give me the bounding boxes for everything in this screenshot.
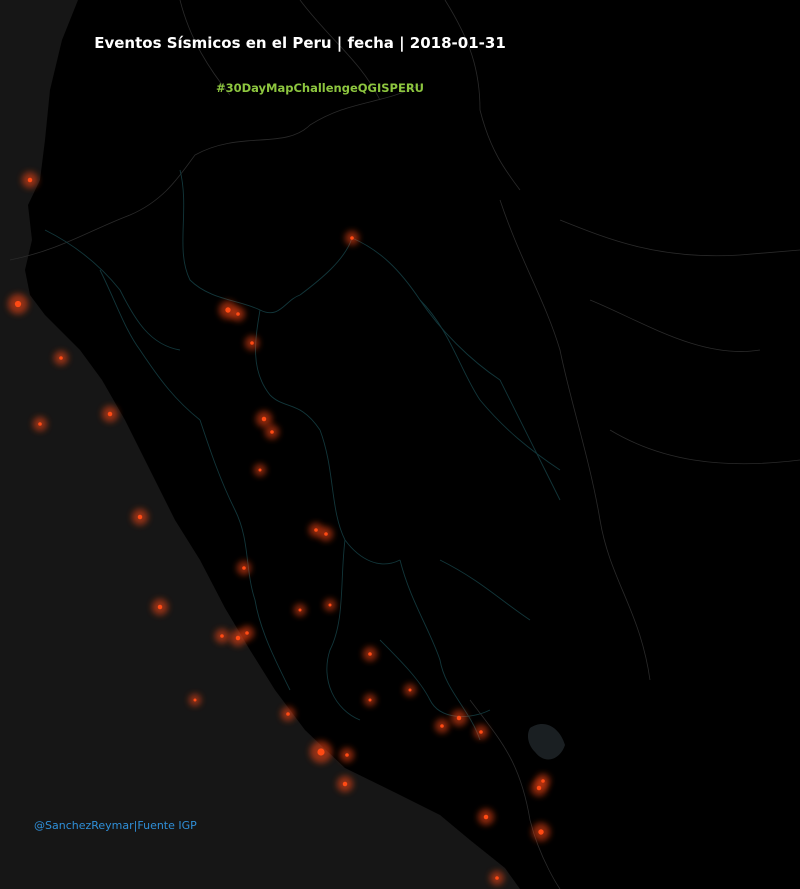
seismic-event-marker [242, 566, 246, 570]
seismic-event-marker [368, 652, 372, 656]
seismic-event-marker [137, 514, 143, 520]
seismic-event-marker [538, 829, 544, 835]
seismic-event-marker [440, 724, 444, 728]
seismic-event-marker [345, 753, 349, 757]
seismic-event-marker [298, 608, 302, 612]
seismic-event-marker [14, 300, 22, 308]
seismic-event-marker [495, 876, 499, 880]
seismic-event-marker [479, 730, 483, 734]
seismic-event-marker [27, 177, 33, 183]
seismic-event-marker [59, 356, 63, 360]
seismic-event-marker [350, 236, 354, 240]
seismic-event-marker [235, 635, 241, 641]
seismic-event-marker [314, 528, 318, 532]
seismic-event-marker [408, 688, 412, 692]
map-subtitle: #30DayMapChallengeQGISPERU [215, 81, 425, 95]
seismic-event-marker [317, 748, 325, 756]
seismic-event-marker [193, 698, 197, 702]
seismic-event-marker [245, 631, 249, 635]
seismic-event-marker [328, 603, 332, 607]
seismic-event-marker [368, 698, 372, 702]
seismic-event-marker [286, 712, 290, 716]
seismic-event-marker [225, 307, 231, 313]
seismic-event-marker [38, 422, 42, 426]
seismic-event-marker [236, 312, 240, 316]
seismic-event-marker [107, 411, 113, 417]
seismic-event-marker [541, 779, 545, 783]
seismic-event-marker [270, 430, 274, 434]
credit-label: @SanchezReymar|Fuente IGP [34, 819, 197, 832]
seismic-event-marker [342, 781, 348, 787]
seismic-event-marker [456, 715, 462, 721]
seismic-event-marker [483, 814, 489, 820]
seismic-event-marker [220, 634, 224, 638]
map-title: Eventos Sísmicos en el Peru | fecha | 20… [94, 34, 506, 52]
seismic-map [0, 0, 800, 889]
seismic-event-marker [258, 468, 262, 472]
seismic-event-marker [250, 341, 254, 345]
seismic-event-marker [261, 416, 267, 422]
seismic-event-marker [157, 604, 163, 610]
seismic-event-marker [324, 532, 328, 536]
